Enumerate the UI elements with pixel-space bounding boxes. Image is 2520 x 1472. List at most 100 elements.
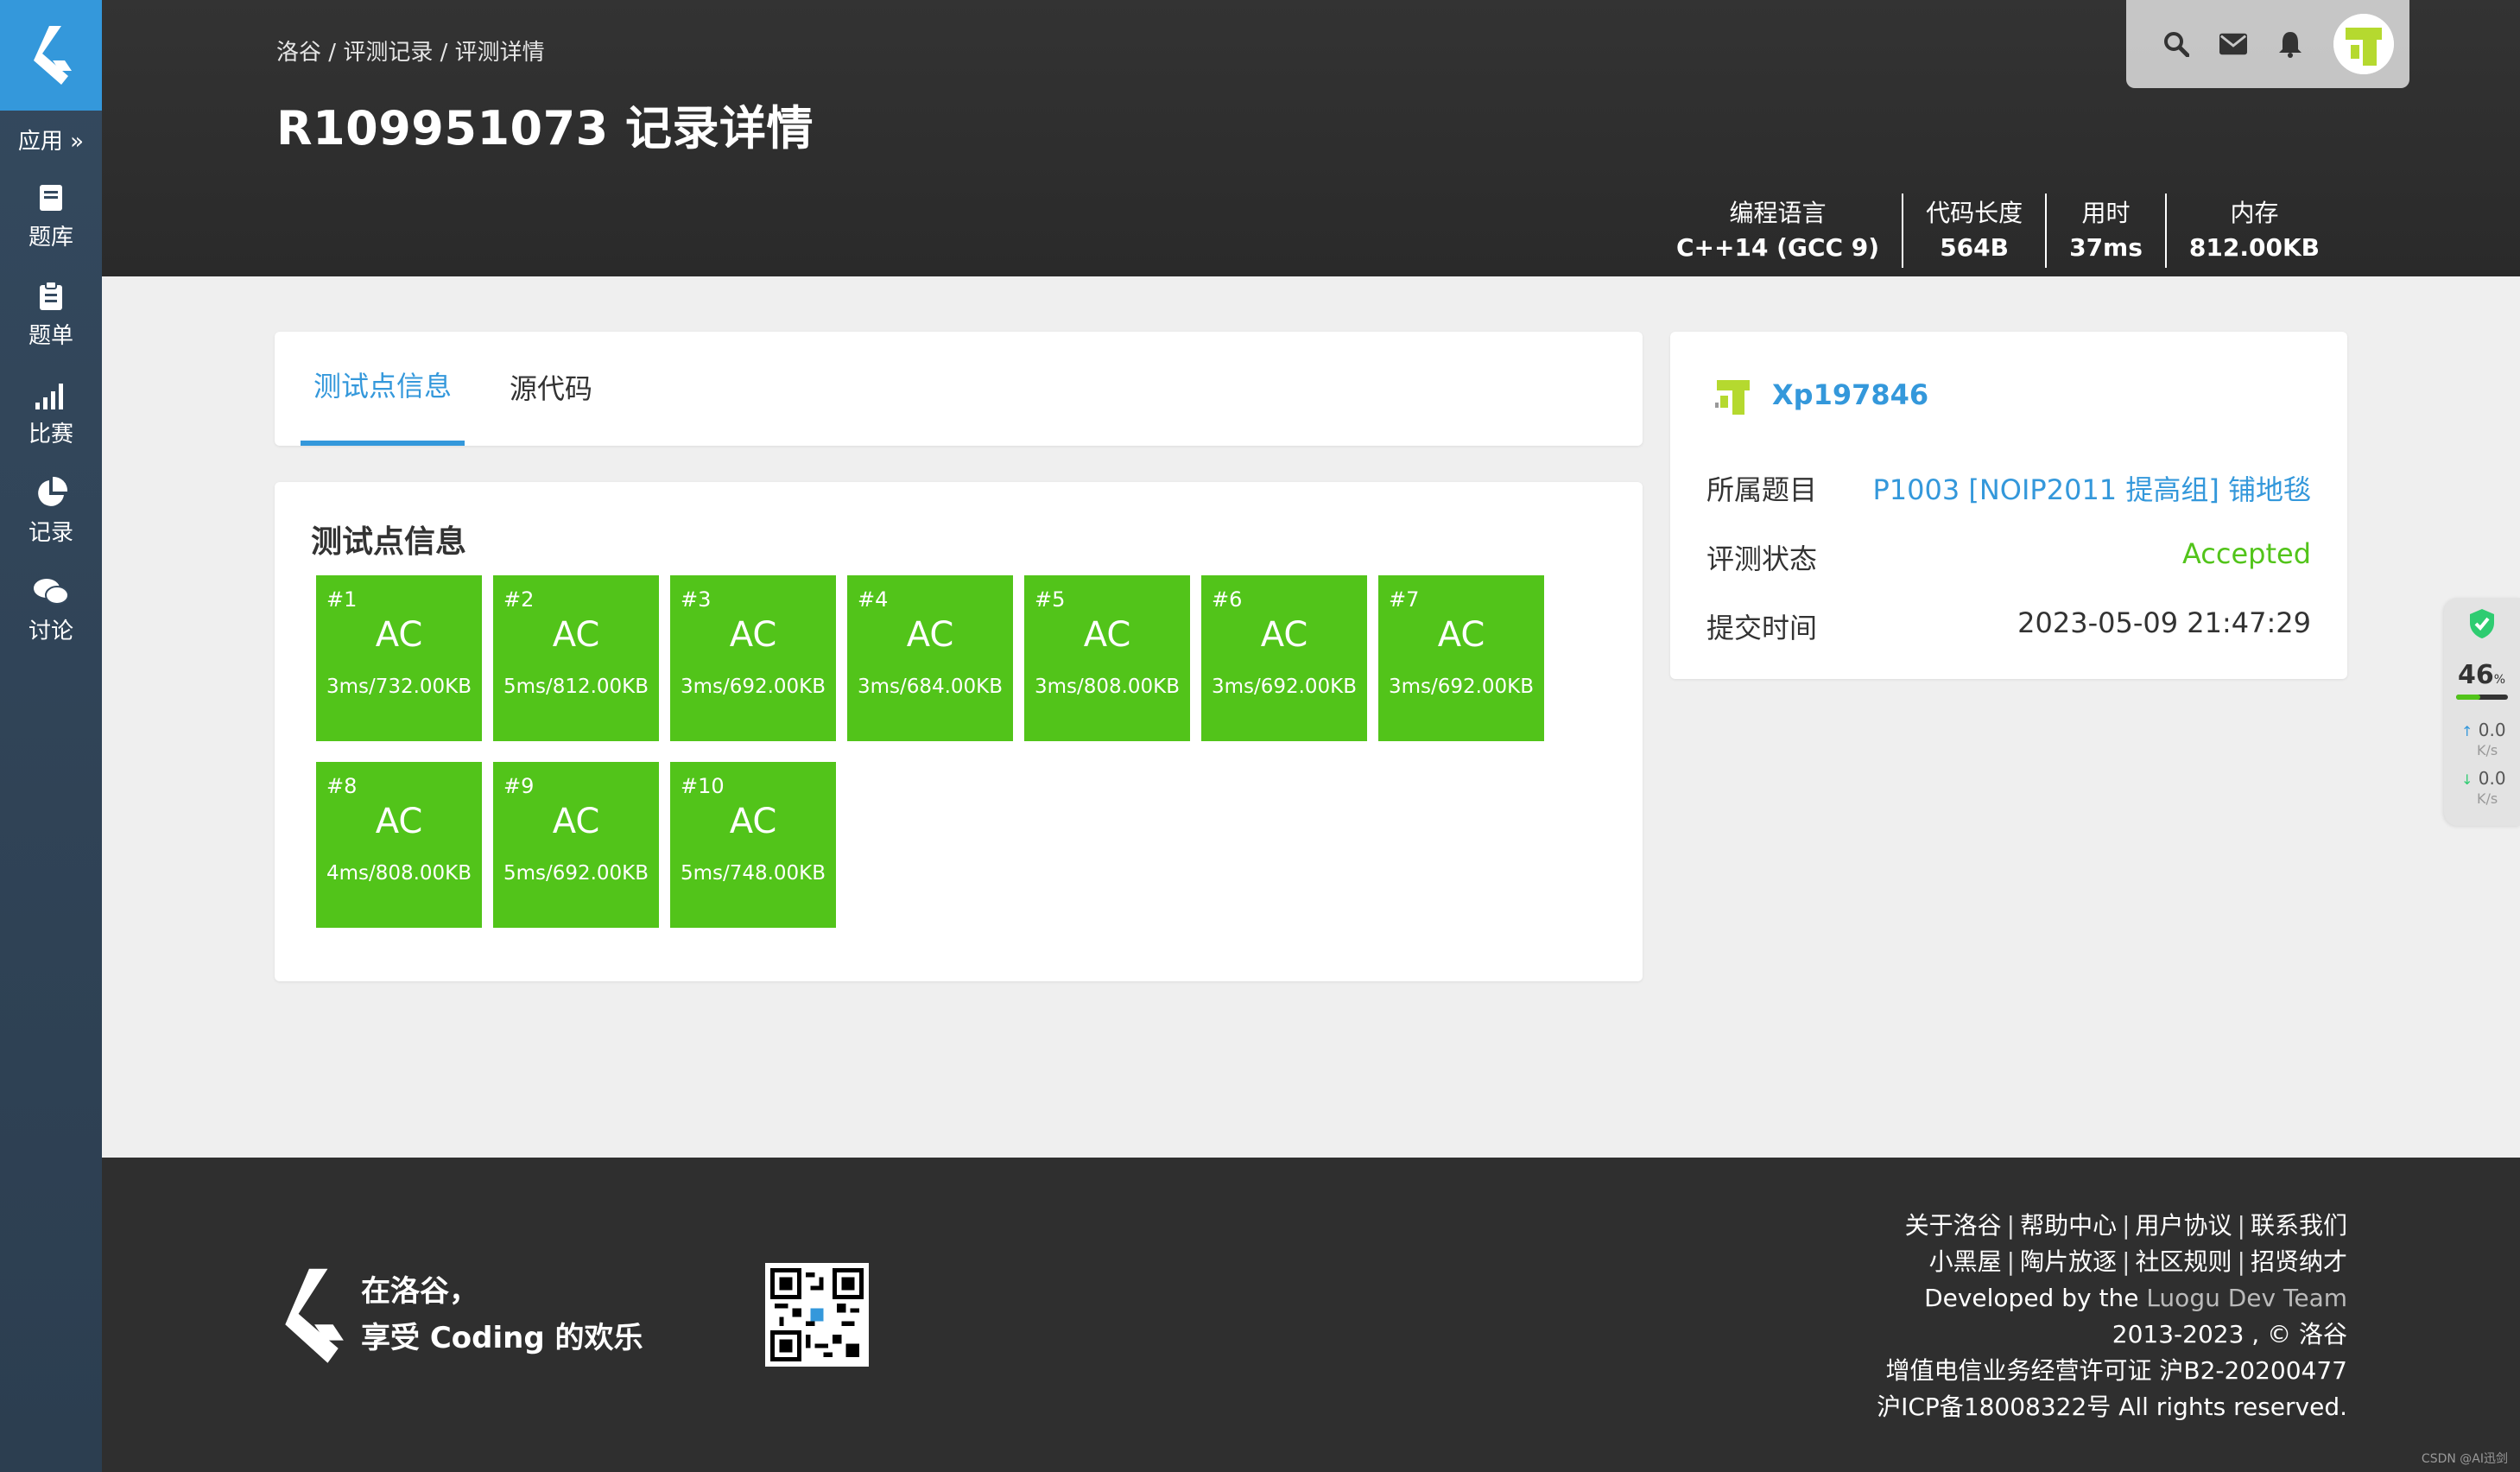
sidebar-item-problems[interactable]: 题库	[0, 166, 102, 264]
testcase-info: 3ms/692.00KB	[1211, 676, 1358, 698]
testcase-status: AC	[552, 802, 600, 841]
problem-link[interactable]: P1003 [NOIP2011 提高组] 铺地毯	[1872, 468, 2311, 508]
footer-icp[interactable]: 沪ICP备18008322号 All rights reserved.	[1877, 1389, 2347, 1425]
testcase-tile[interactable]: #4 AC 3ms/684.00KB	[847, 575, 1013, 741]
luogu-logo-icon	[34, 26, 72, 85]
sidebar-item-contest[interactable]: 比赛	[0, 363, 102, 461]
footer-link-rules[interactable]: 社区规则	[2136, 1247, 2232, 1276]
sidebar-item-discuss[interactable]: 讨论	[0, 560, 102, 658]
footer-separator: |	[2237, 1211, 2245, 1240]
info-row-status: 评测状态 Accepted	[1706, 537, 2311, 577]
shield-check-icon	[2470, 609, 2494, 638]
footer-logo	[275, 1263, 349, 1374]
sidebar-item-record[interactable]: 记录	[0, 461, 102, 560]
page-header: 洛谷 / 评测记录 / 评测详情 R109951073 记录详情 编程语言 C+…	[102, 0, 2520, 276]
footer-link-about[interactable]: 关于洛谷	[1905, 1211, 2002, 1240]
footer-slogan: 在洛谷， 享受 Coding 的欢乐	[361, 1268, 643, 1361]
apps-toggle[interactable]: 应用 »	[0, 123, 102, 161]
testcase-tile[interactable]: #7 AC 3ms/692.00KB	[1378, 575, 1544, 741]
sidebar-item-label: 讨论	[28, 618, 73, 644]
usage-bar	[2456, 695, 2508, 700]
testcase-tile[interactable]: #3 AC 3ms/692.00KB	[670, 575, 836, 741]
testcase-id: #1	[326, 587, 358, 612]
testcase-status: AC	[375, 802, 423, 841]
submission-stats: 编程语言 C++14 (GCC 9) 代码长度 564B 用时 37ms 内存 …	[1654, 194, 2342, 268]
info-label: 提交时间	[1706, 612, 1818, 644]
breadcrumb-home[interactable]: 洛谷	[276, 40, 321, 66]
footer-separator: |	[2006, 1247, 2016, 1276]
footer-copyright: 2013-2023 , © 洛谷	[2112, 1320, 2347, 1348]
testcase-status: AC	[729, 615, 777, 655]
testcase-tile[interactable]: #1 AC 3ms/732.00KB	[316, 575, 482, 741]
stat-value: 812.00KB	[2188, 233, 2320, 262]
tabs-card: 测试点信息 源代码	[275, 332, 1643, 446]
upload-speed-value: 0.0	[2478, 720, 2506, 740]
testcase-tile[interactable]: #6 AC 3ms/692.00KB	[1201, 575, 1367, 741]
dev-team-link[interactable]: Luogu Dev Team	[2146, 1284, 2347, 1312]
page-footer: 在洛谷， 享受 Coding 的欢乐 关于洛谷 | 帮助中心 | 用户协议 | 联系我们 小…	[102, 1158, 2520, 1472]
submit-time-value: 2023-05-09 21:47:29	[2017, 606, 2311, 639]
footer-license[interactable]: 增值电信业务经营许可证 沪B2-20200477	[1877, 1353, 2347, 1389]
avatar[interactable]	[2333, 14, 2394, 74]
testcase-status: AC	[1260, 615, 1308, 655]
sidebar-item-label: 题单	[28, 322, 73, 349]
info-label: 所属题目	[1706, 473, 1818, 506]
pie-chart-icon	[38, 476, 67, 506]
download-speed: ↓ 0.0 K/s	[2461, 769, 2506, 809]
footer-link-terms[interactable]: 用户协议	[2136, 1211, 2232, 1240]
footer-link-row: 小黑屋 | 陶片放逐 | 社区规则 | 招贤纳才	[1877, 1244, 2347, 1280]
breadcrumb-separator: /	[321, 40, 344, 66]
section-title: 测试点信息	[311, 524, 467, 560]
stat-language: 编程语言 C++14 (GCC 9)	[1654, 194, 1902, 268]
footer-link-blackroom[interactable]: 小黑屋	[1929, 1247, 2002, 1276]
testcase-info: 4ms/808.00KB	[326, 862, 472, 885]
info-label: 评测状态	[1706, 542, 1818, 575]
sidebar-item-training[interactable]: 题单	[0, 264, 102, 363]
usage-percent-value: 46	[2458, 660, 2494, 690]
bell-icon[interactable]	[2276, 30, 2304, 58]
sidebar-item-label: 记录	[28, 519, 73, 546]
sidebar: 应用 » 题库 题单 比赛 记录 讨论	[0, 0, 102, 1472]
testcase-tile[interactable]: #9 AC 5ms/692.00KB	[493, 762, 659, 928]
info-row-problem: 所属题目 P1003 [NOIP2011 提高组] 铺地毯	[1706, 468, 2311, 508]
username-link[interactable]: Xp197846	[1772, 378, 1928, 411]
stat-label: 编程语言	[1729, 199, 1827, 227]
user-avatar[interactable]	[1708, 368, 1762, 422]
record-info-card: Xp197846 所属题目 P1003 [NOIP2011 提高组] 铺地毯 评…	[1670, 332, 2347, 679]
qr-code	[765, 1263, 869, 1367]
footer-link-help[interactable]: 帮助中心	[2020, 1211, 2117, 1240]
stat-code-length: 代码长度 564B	[1902, 194, 2045, 268]
testcase-info: 3ms/684.00KB	[857, 676, 1004, 698]
testcase-tile[interactable]: #5 AC 3ms/808.00KB	[1024, 575, 1190, 741]
tab-testcases[interactable]: 测试点信息	[301, 332, 465, 446]
testcase-status: AC	[552, 615, 600, 655]
footer-link-ostracism[interactable]: 陶片放逐	[2020, 1247, 2117, 1276]
comments-icon	[34, 578, 69, 605]
testcase-info: 5ms/812.00KB	[503, 676, 649, 698]
footer-separator: |	[2122, 1211, 2131, 1240]
search-icon[interactable]	[2162, 30, 2190, 58]
breadcrumb: 洛谷 / 评测记录 / 评测详情	[276, 35, 545, 67]
testcase-tile[interactable]: #8 AC 4ms/808.00KB	[316, 762, 482, 928]
mail-icon[interactable]	[2219, 30, 2247, 58]
testcase-grid: #1 AC 3ms/732.00KB #2 AC 5ms/812.00KB #3 AC 3m…	[316, 575, 1560, 928]
network-monitor-widget[interactable]: 46% ↑ 0.0 K/s ↓ 0.0 K/s	[2444, 598, 2520, 826]
footer-link-contact[interactable]: 联系我们	[2251, 1211, 2347, 1240]
user-row: Xp197846	[1708, 368, 1928, 422]
footer-link-jobs[interactable]: 招贤纳才	[2251, 1247, 2347, 1276]
slogan-line: 享受 Coding 的欢乐	[361, 1321, 643, 1355]
page-title: R109951073 记录详情	[276, 101, 814, 155]
testcase-tile[interactable]: #10 AC 5ms/748.00KB	[670, 762, 836, 928]
testcase-status: AC	[1437, 615, 1485, 655]
luogu-logo[interactable]	[0, 0, 102, 111]
breadcrumb-records[interactable]: 评测记录	[343, 40, 433, 66]
usage-bar-fill	[2456, 695, 2480, 700]
tab-source-code[interactable]: 源代码	[510, 332, 592, 446]
watermark: CSDN @AI迅剑	[2421, 1452, 2508, 1466]
speed-unit: K/s	[2477, 742, 2498, 758]
footer-links: 关于洛谷 | 帮助中心 | 用户协议 | 联系我们 小黑屋 | 陶片放逐 | 社区规则 | 招贤纳才 D…	[1877, 1208, 2347, 1425]
stat-value: 37ms	[2069, 233, 2143, 262]
arrow-up-icon: ↑	[2461, 723, 2473, 739]
testcase-tile[interactable]: #2 AC 5ms/812.00KB	[493, 575, 659, 741]
footer-link-row: 关于洛谷 | 帮助中心 | 用户协议 | 联系我们	[1877, 1208, 2347, 1244]
